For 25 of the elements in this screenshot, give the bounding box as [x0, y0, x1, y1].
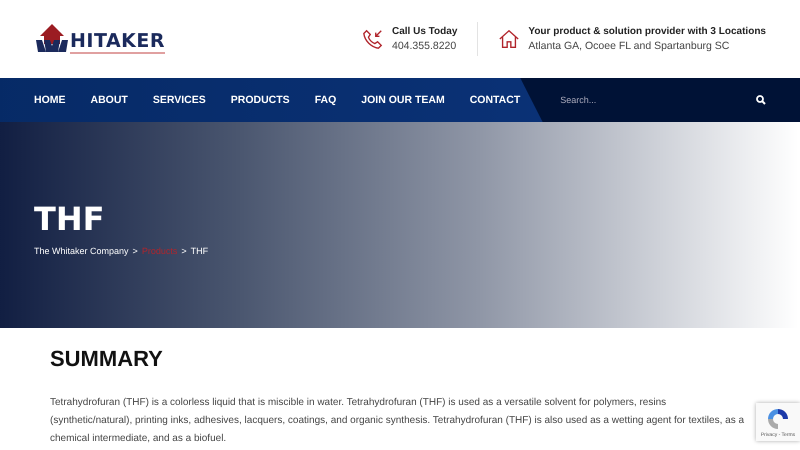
summary-paragraph: Tetrahydrofuran (THF) is a colorless liquid that is miscible in water. Tetrahydrofuran (THF) is used as a versatile solvent for polymers, resins (synthetic/natural), printing inks, adhesives, lacquers, coatings, and organic synthesis. Tetrahydrofuran (THF) is also used as a wetting agent for textiles, as a chemical intermediate, and as a biofuel.: [50, 396, 746, 446]
section-heading: SUMMARY: [50, 346, 164, 372]
contact-detail: Atlanta GA, Ocoee FL and Spartanburg SC: [528, 40, 730, 52]
recaptcha-icon: [765, 406, 791, 430]
breadcrumb-link[interactable]: The Whitaker Company: [34, 246, 129, 256]
nav-link[interactable]: CONTACT: [470, 94, 520, 106]
logo-wordmark: HITAKER: [70, 32, 165, 54]
house-icon: [498, 28, 520, 50]
contact-title: Your product & solution provider with 3 Locations: [528, 26, 766, 37]
nav-link[interactable]: FAQ: [314, 94, 336, 106]
nav-link[interactable]: HOME: [34, 94, 66, 106]
nav-link[interactable]: PRODUCTS: [230, 94, 290, 106]
contact-detail: 404.355.8220: [392, 40, 458, 52]
phone-icon: [362, 28, 384, 50]
nav-link[interactable]: ABOUT: [90, 94, 128, 106]
logo-mark-icon: [34, 24, 70, 54]
nav-link[interactable]: SERVICES: [152, 94, 206, 106]
page-title: THF: [34, 200, 106, 238]
contact-title: Call Us Today: [392, 26, 458, 37]
nav-link[interactable]: JOIN OUR TEAM: [361, 94, 445, 106]
search-field[interactable]: Search...: [558, 94, 682, 106]
breadcrumb-current: THF: [190, 246, 208, 256]
breadcrumb-separator: >: [181, 246, 187, 256]
search-icon[interactable]: [756, 95, 766, 105]
breadcrumb-separator: >: [132, 246, 138, 256]
